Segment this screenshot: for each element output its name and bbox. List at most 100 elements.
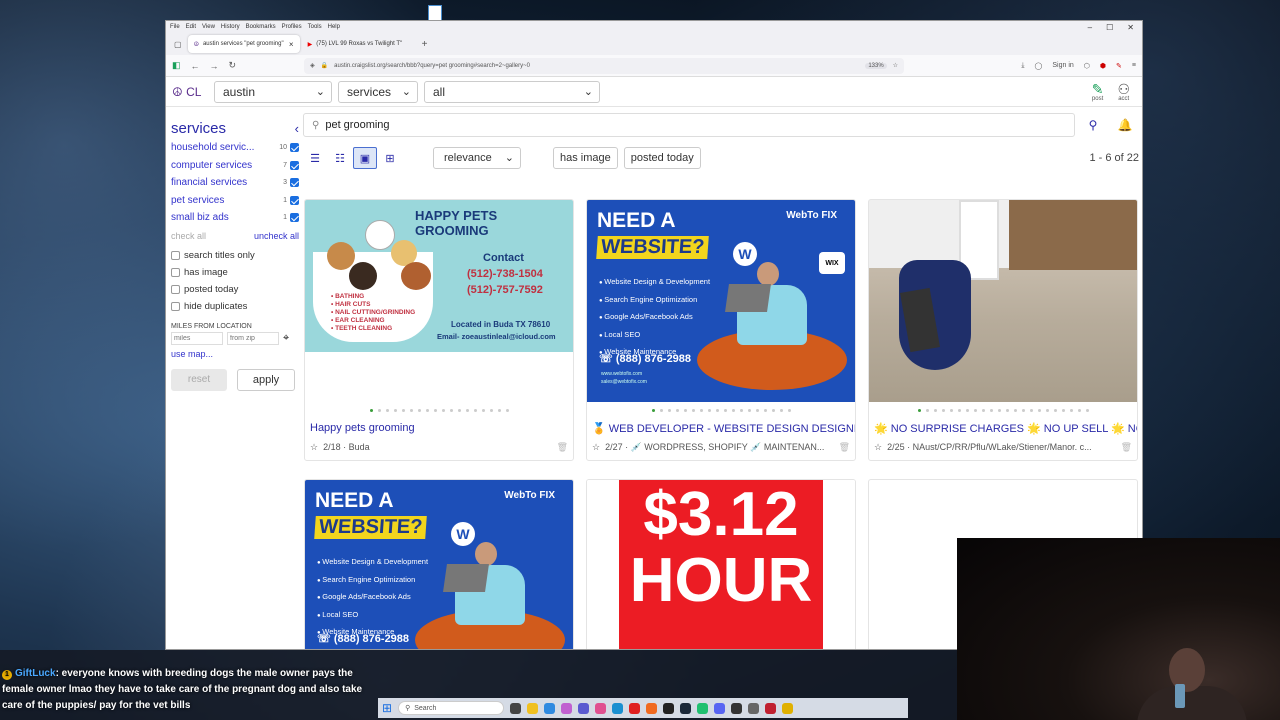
image-carousel-dots[interactable] (587, 402, 855, 418)
hide-trash-icon[interactable]: 🗑 (839, 442, 850, 453)
maximize-icon[interactable]: ☐ (1106, 23, 1113, 32)
reload-icon[interactable]: ↻ (229, 60, 237, 71)
locate-icon[interactable]: ⌖ (283, 332, 289, 345)
menu-history[interactable]: History (221, 24, 240, 30)
option-search-titles[interactable]: search titles only (171, 247, 299, 264)
listing-image[interactable] (869, 200, 1137, 402)
sidebar-item-household[interactable]: household servic... 10 (171, 139, 299, 157)
option-has-image[interactable]: has image (171, 264, 299, 281)
back-icon[interactable]: ← (191, 61, 200, 71)
youtube-icon[interactable] (629, 702, 641, 714)
listing-card[interactable]: NEED A WEBSITE? WebTo FIX W Website Desi… (304, 479, 574, 649)
category-checkbox[interactable] (290, 178, 299, 188)
menu-bookmarks[interactable]: Bookmarks (246, 24, 276, 30)
menu-view[interactable]: View (202, 24, 215, 30)
app-icon[interactable] (544, 702, 556, 714)
close-window-icon[interactable]: ✕ (1127, 23, 1134, 32)
view-gallery-button[interactable]: ▣ (353, 147, 377, 169)
new-tab-icon[interactable]: + (416, 39, 434, 50)
firefox-icon[interactable] (646, 702, 658, 714)
extensions-icon[interactable]: ⬡ (1084, 62, 1090, 70)
hide-trash-icon[interactable]: 🗑 (1121, 442, 1132, 453)
tab-youtube[interactable]: ▶ (75) LVL 99 Roxas vs Twilight T" (302, 35, 414, 53)
option-checkbox[interactable] (171, 267, 180, 277)
bookmark-star-icon[interactable]: ☆ (893, 62, 898, 69)
listing-title[interactable]: 🏅 WEB DEVELOPER - WEBSITE DESIGN DESIGNE… (587, 418, 855, 438)
posted-today-filter[interactable]: posted today (623, 147, 701, 169)
menu-help[interactable]: Help (328, 24, 340, 30)
taskbar-search[interactable]: ⚲ Search (398, 701, 505, 715)
zip-input[interactable] (227, 331, 279, 345)
check-all-link[interactable]: check all (171, 231, 206, 241)
view-thumb-button[interactable]: ☷ (328, 147, 352, 169)
listing-card[interactable]: NEED A WEBSITE? WebTo FIX W WIX Website … (586, 199, 856, 461)
use-map-link[interactable]: use map... (171, 349, 299, 359)
file-explorer-icon[interactable] (527, 702, 539, 714)
post-button[interactable]: ✎ post (1092, 82, 1104, 102)
pin-icon[interactable]: ✎ (1116, 62, 1122, 70)
app-icon[interactable] (731, 702, 743, 714)
category-checkbox[interactable] (290, 195, 299, 205)
task-view-icon[interactable] (510, 702, 522, 714)
url-bar[interactable]: ◈ 🔒 austin.craigslist.org/search/bbb?que… (304, 57, 905, 74)
reset-button[interactable]: reset (171, 368, 227, 391)
listing-image[interactable]: NEED A WEBSITE? WebTo FIX W WIX Website … (587, 200, 855, 402)
menu-icon[interactable]: ≡ (1132, 62, 1136, 69)
listing-card[interactable]: HAPPY PETS GROOMING Contact (512)-738-15… (304, 199, 574, 461)
account-button[interactable]: ⚇ acct (1117, 82, 1130, 102)
sidebar-toggle-icon[interactable]: ◧ (172, 60, 181, 71)
option-checkbox[interactable] (171, 250, 180, 260)
windows-start-icon[interactable]: ⊞ (382, 701, 392, 715)
category-checkbox[interactable] (290, 160, 299, 170)
favorite-star-icon[interactable]: ☆ (310, 442, 318, 453)
city-select[interactable]: austin ⌄ (214, 80, 332, 103)
app-icon[interactable] (595, 702, 607, 714)
listing-title[interactable]: 🌟 NO SURPRISE CHARGES 🌟 NO UP SELL 🌟 NO … (869, 418, 1137, 438)
steam-icon[interactable] (680, 702, 692, 714)
ublock-icon[interactable]: ⬢ (1100, 62, 1106, 70)
menu-edit[interactable]: Edit (186, 24, 196, 30)
listing-title[interactable]: Happy pets grooming (305, 418, 573, 438)
alert-button[interactable]: 🔔 (1113, 113, 1137, 137)
option-posted-today[interactable]: posted today (171, 281, 299, 298)
account-icon[interactable]: ◯ (1035, 62, 1043, 70)
apply-button[interactable]: apply (237, 368, 295, 391)
option-hide-duplicates[interactable]: hide duplicates (171, 298, 299, 315)
image-carousel-dots[interactable] (305, 402, 573, 418)
search-button[interactable]: ⚲ (1081, 113, 1105, 137)
teams-icon[interactable] (578, 702, 590, 714)
app-icon[interactable] (782, 702, 794, 714)
collapse-chevron-icon[interactable]: ‹ (295, 121, 299, 136)
signin-label[interactable]: Sign in (1052, 62, 1073, 69)
image-carousel-dots[interactable] (869, 402, 1137, 418)
option-checkbox[interactable] (171, 284, 180, 294)
listing-image[interactable]: $3.12 HOUR (587, 480, 855, 649)
listing-card[interactable]: $3.12 HOUR (586, 479, 856, 649)
sidebar-item-pet[interactable]: pet services 1 (171, 192, 299, 210)
minimize-icon[interactable]: – (1088, 23, 1092, 32)
close-tab-icon[interactable]: × (289, 40, 294, 49)
app-icon[interactable] (663, 702, 675, 714)
edge-icon[interactable] (612, 702, 624, 714)
subsection-select[interactable]: all ⌄ (424, 80, 600, 103)
favorite-star-icon[interactable]: ☆ (592, 442, 600, 453)
forward-icon[interactable]: → (210, 61, 219, 71)
tab-overview-icon[interactable]: ▢ (170, 40, 186, 49)
uncheck-all-link[interactable]: uncheck all (254, 231, 299, 241)
discord-icon[interactable] (714, 702, 726, 714)
favorite-star-icon[interactable]: ☆ (874, 442, 882, 453)
tab-craigslist[interactable]: ☮ austin services "pet grooming" × (187, 35, 300, 53)
spotify-icon[interactable] (697, 702, 709, 714)
sidebar-item-computer[interactable]: computer services 7 (171, 157, 299, 175)
search-input[interactable]: ⚲ pet grooming (303, 113, 1075, 137)
menu-profiles[interactable]: Profiles (282, 24, 302, 30)
sort-select[interactable]: relevance ⌄ (433, 147, 521, 169)
miles-input[interactable] (171, 331, 223, 345)
view-map-button[interactable]: ⊞ (378, 147, 402, 169)
sidebar-item-financial[interactable]: financial services 3 (171, 174, 299, 192)
download-icon[interactable]: ⤓ (1021, 62, 1024, 70)
cl-logo[interactable]: ☮ CL (172, 85, 208, 99)
category-checkbox[interactable] (290, 213, 299, 223)
listing-card[interactable]: 🌟 NO SURPRISE CHARGES 🌟 NO UP SELL 🌟 NO … (868, 199, 1138, 461)
menu-file[interactable]: File (170, 24, 180, 30)
